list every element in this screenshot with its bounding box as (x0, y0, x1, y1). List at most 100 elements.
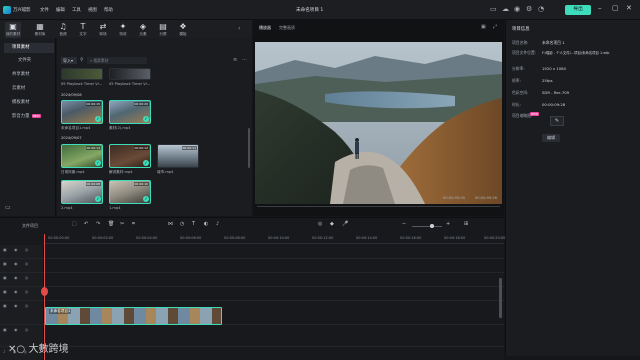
playhead-handle[interactable] (41, 287, 48, 296)
tool-element[interactable]: ◈ 元素 (135, 22, 151, 38)
timeline-scrollbar[interactable] (499, 278, 502, 318)
crop-icon[interactable]: ⌗ (132, 221, 135, 227)
fullscreen-icon[interactable]: ⤢ (493, 24, 497, 30)
landscape-image (255, 42, 502, 204)
export-button[interactable]: 导出 (565, 5, 591, 15)
split-clip-icon[interactable]: ⋈ (168, 221, 173, 227)
import-button[interactable]: 导入▾ (61, 57, 77, 64)
media-thumb[interactable] (61, 68, 103, 80)
tool-transition[interactable]: ⇄ 转场 (95, 22, 111, 38)
ruler-tick: 00:00:18:00 (444, 236, 466, 240)
cut-icon[interactable]: ✂ (120, 221, 124, 227)
property-label: 帧率: (512, 78, 521, 83)
project-title: 未命名项目 1 (296, 8, 324, 13)
media-thumb[interactable]: 00:00:11 (157, 144, 199, 168)
cloud-icon[interactable]: ☁ (502, 5, 509, 13)
sidebar-item-ai[interactable]: 影音力量 NEW (4, 111, 54, 121)
notification-icon[interactable]: ◔ (538, 5, 544, 13)
track-row: ▣ ◉ ◎ (0, 245, 504, 259)
transition-icon: ⇄ (99, 22, 107, 31)
layout-icon[interactable]: ▭ (490, 5, 497, 13)
video-clip[interactable]: 未命名项目1 (45, 307, 222, 325)
menu-tools[interactable]: 工具 (72, 7, 81, 13)
zoom-out-icon[interactable]: − (402, 221, 406, 227)
media-caption: 素材(2).mp4 (109, 126, 131, 130)
media-thumb[interactable]: 00:00:10 ✓ (109, 180, 151, 204)
color-icon[interactable]: ◐ (204, 221, 208, 227)
app-logo-icon (3, 6, 11, 14)
snapshot-icon[interactable]: ▣ (481, 24, 486, 30)
new-badge: NEW (31, 114, 41, 118)
redo-icon[interactable]: ↷ (96, 221, 100, 227)
thumbnail-box[interactable]: ✎ (550, 116, 564, 126)
properties-heading: 项目信息 (512, 27, 530, 32)
total-duration: 00:00:09:28 (475, 196, 497, 200)
media-thumb[interactable]: 00:00:08 ✓ (61, 180, 103, 204)
minimize-icon[interactable]: – (598, 4, 602, 12)
text-add-icon[interactable]: T (192, 221, 195, 227)
zoom-in-icon[interactable]: + (446, 221, 450, 227)
ruler-tick: 00:00:20:00 (484, 236, 506, 240)
settings-icon[interactable]: ⚙ (526, 5, 532, 13)
check-icon: ✓ (143, 160, 149, 166)
sort-icon[interactable]: ≡ (233, 57, 237, 63)
select-icon[interactable]: ⬚ (72, 221, 77, 227)
tool-effect[interactable]: ✦ 特效 (115, 22, 131, 38)
sidebar-item-folder[interactable]: 文件夹 (4, 56, 54, 66)
ruler-tick: 00:00:12:00 (312, 236, 334, 240)
search-input[interactable]: ⌕ 搜索素材 (87, 57, 147, 64)
tool-audio[interactable]: ♫ 音频 (55, 22, 71, 38)
more-icon[interactable]: ⋯ (242, 57, 247, 63)
text-icon: T (80, 22, 86, 31)
maximize-icon[interactable]: ▢ (612, 4, 619, 12)
media-thumb[interactable] (109, 68, 151, 80)
sidebar-item-cloud[interactable]: 云素材 (4, 84, 54, 94)
menu-edit[interactable]: 编辑 (56, 7, 65, 13)
properties-panel: 项目信息 项目名称: 未命名项目 1 项目文件位置: F:/喵影 - 个人文件/… (505, 20, 640, 356)
effect-icon: ✦ (119, 22, 127, 31)
marker-icon[interactable]: ◆ (330, 221, 334, 227)
video-frame[interactable] (255, 42, 502, 204)
speed-icon[interactable]: ◷ (180, 221, 184, 227)
tool-text[interactable]: T 文字 (75, 22, 91, 38)
timeline-ruler[interactable]: 00:00:00:00 00:00:02:00 00:00:04:00 00:0… (44, 234, 506, 244)
media-thumb[interactable]: 00:00:15 ✓ (61, 100, 103, 124)
render-icon[interactable]: ◎ (318, 221, 322, 227)
sidebar-item-template[interactable]: 模板素材 (4, 98, 54, 108)
tab-quality[interactable]: 完整画质 (279, 25, 295, 31)
tool-split[interactable]: ▤ 分屏 (155, 22, 171, 38)
preview-progress[interactable] (257, 206, 500, 207)
menu-view[interactable]: 视图 (88, 7, 97, 13)
tool-template[interactable]: ❖ 模板 (175, 22, 191, 38)
audio-track-row: ♪ ◉ ◎ (0, 347, 504, 360)
audio-edit-icon[interactable]: ♪ (216, 221, 219, 227)
sidebar-item-project-media[interactable]: 项目素材 (4, 43, 54, 53)
edit-button[interactable]: 编辑 (542, 134, 560, 142)
media-scrollbar[interactable] (248, 128, 250, 168)
media-thumb[interactable]: 00:00:14 ✓ (61, 144, 103, 168)
filter-icon[interactable]: ⚲ (80, 57, 84, 63)
zoom-slider[interactable] (412, 224, 442, 228)
account-icon[interactable]: ◉ (514, 5, 520, 13)
panel-collapse-icon[interactable]: ‹ (238, 25, 240, 32)
media-thumb[interactable]: 00:00:20 ✓ (109, 100, 151, 124)
tool-media[interactable]: ▣ 我的素材 (5, 22, 21, 38)
tab-player[interactable]: 播放器 (259, 25, 271, 31)
undo-icon[interactable]: ↶ (84, 221, 88, 227)
ruler-tick: 00:00:06:00 (180, 236, 202, 240)
grid-icon[interactable]: ⊞ (464, 221, 468, 227)
property-label: 色彩空间: (512, 90, 529, 95)
add-folder-icon[interactable]: ▭ (5, 204, 11, 211)
tool-stock[interactable]: ▦ 素材库 (32, 22, 48, 38)
mic-icon[interactable]: 🎤 (342, 221, 348, 227)
delete-icon[interactable]: 🗑 (108, 221, 114, 227)
sidebar-item-shared[interactable]: 共享素材 (4, 70, 54, 80)
media-thumb[interactable]: 00:00:12 ✓ (109, 144, 151, 168)
menu-file[interactable]: 文件 (40, 7, 49, 13)
close-icon[interactable]: ✕ (626, 4, 632, 12)
check-icon: ✓ (95, 116, 101, 122)
media-caption: 解说素材.mp4 (109, 170, 133, 174)
preview-panel: 播放器 完整画质 ▣ ⤢ 00:00:00:00 00:00:09:28 (253, 20, 504, 216)
track-header: ▣ ◉ ◎ (0, 273, 44, 286)
menu-help[interactable]: 帮助 (104, 7, 113, 13)
